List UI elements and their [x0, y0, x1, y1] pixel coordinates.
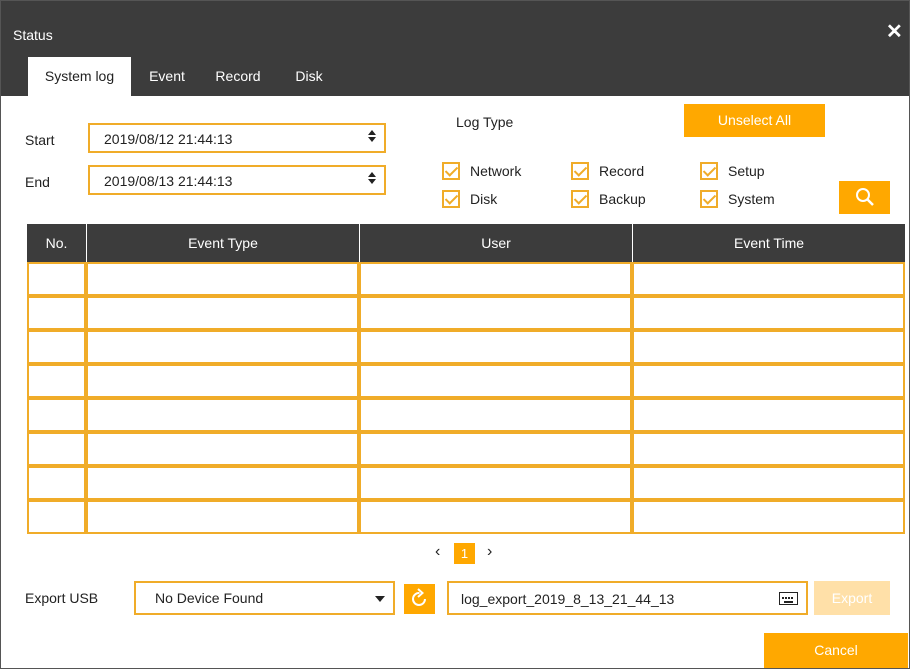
- cell-event-time: [632, 262, 905, 296]
- cell-event-time: [632, 500, 905, 534]
- end-datetime-field[interactable]: 2019/08/13 21:44:13: [88, 165, 386, 195]
- tab-system-log[interactable]: System log: [28, 57, 131, 96]
- column-header-event-time[interactable]: Event Time: [632, 224, 905, 262]
- cell-user: [359, 466, 632, 500]
- spinner-up-icon[interactable]: [368, 172, 376, 177]
- table-header: No. Event Type User Event Time: [27, 224, 905, 262]
- spinner-down-icon[interactable]: [368, 179, 376, 184]
- status-dialog: Status ✕ System log Event Record Disk St…: [0, 0, 910, 669]
- cell-no: [27, 296, 86, 330]
- checkbox-record[interactable]: [571, 162, 589, 180]
- table-row[interactable]: [27, 330, 905, 364]
- checkbox-disk-label: Disk: [470, 191, 498, 207]
- column-header-user[interactable]: User: [359, 224, 632, 262]
- cell-event-time: [632, 296, 905, 330]
- spinner-up-icon[interactable]: [368, 130, 376, 135]
- spinner-down-icon[interactable]: [368, 137, 376, 142]
- tab-bar: System log Event Record Disk: [1, 57, 909, 96]
- end-label: End: [25, 174, 50, 190]
- cancel-button[interactable]: Cancel: [764, 633, 908, 668]
- cell-event-type: [86, 466, 359, 500]
- checkbox-setup-label: Setup: [728, 163, 765, 179]
- table-row[interactable]: [27, 432, 905, 466]
- start-datetime-value: 2019/08/12 21:44:13: [104, 131, 233, 147]
- cell-event-time: [632, 364, 905, 398]
- chevron-down-icon: [375, 596, 385, 602]
- checkbox-system-label: System: [728, 191, 775, 207]
- tab-event[interactable]: Event: [144, 57, 190, 96]
- cell-event-time: [632, 330, 905, 364]
- cell-no: [27, 262, 86, 296]
- cell-user: [359, 398, 632, 432]
- log-table: No. Event Type User Event Time: [27, 224, 905, 534]
- table-row[interactable]: [27, 364, 905, 398]
- cell-user: [359, 296, 632, 330]
- end-spinner[interactable]: [366, 170, 378, 190]
- cell-user: [359, 330, 632, 364]
- unselect-all-button[interactable]: Unselect All: [684, 104, 825, 137]
- cell-event-type: [86, 398, 359, 432]
- checkbox-disk[interactable]: [442, 190, 460, 208]
- search-button[interactable]: [839, 181, 890, 214]
- tab-disk[interactable]: Disk: [289, 57, 329, 96]
- table-row[interactable]: [27, 466, 905, 500]
- table-row[interactable]: [27, 500, 905, 534]
- window-title: Status: [13, 27, 53, 43]
- cell-no: [27, 398, 86, 432]
- checkbox-system[interactable]: [700, 190, 718, 208]
- export-filename-field[interactable]: log_export_2019_8_13_21_44_13: [447, 581, 808, 615]
- checkbox-backup-label: Backup: [599, 191, 646, 207]
- cell-user: [359, 500, 632, 534]
- start-datetime-field[interactable]: 2019/08/12 21:44:13: [88, 123, 386, 153]
- cell-event-type: [86, 262, 359, 296]
- usb-device-value: No Device Found: [155, 590, 264, 606]
- prev-page-icon[interactable]: ‹: [435, 543, 440, 561]
- export-filename-value: log_export_2019_8_13_21_44_13: [461, 591, 675, 607]
- cell-event-type: [86, 364, 359, 398]
- search-icon: [855, 188, 874, 206]
- cell-no: [27, 330, 86, 364]
- table-row[interactable]: [27, 398, 905, 432]
- table-row[interactable]: [27, 296, 905, 330]
- checkbox-backup[interactable]: [571, 190, 589, 208]
- cell-event-type: [86, 330, 359, 364]
- export-usb-label: Export USB: [25, 590, 99, 606]
- cell-user: [359, 364, 632, 398]
- close-icon[interactable]: ✕: [886, 19, 903, 44]
- start-label: Start: [25, 132, 55, 148]
- keyboard-icon[interactable]: [779, 592, 798, 605]
- usb-device-select[interactable]: No Device Found: [134, 581, 395, 615]
- export-button[interactable]: Export: [814, 581, 890, 615]
- end-datetime-value: 2019/08/13 21:44:13: [104, 173, 233, 189]
- refresh-button[interactable]: [404, 584, 435, 614]
- cell-event-type: [86, 296, 359, 330]
- log-type-label: Log Type: [456, 114, 514, 130]
- checkbox-network-label: Network: [470, 163, 522, 179]
- next-page-icon[interactable]: ›: [487, 543, 492, 561]
- start-spinner[interactable]: [366, 128, 378, 148]
- cell-no: [27, 432, 86, 466]
- refresh-icon: [412, 588, 426, 606]
- cell-event-type: [86, 500, 359, 534]
- cell-event-time: [632, 432, 905, 466]
- cell-event-time: [632, 398, 905, 432]
- cell-event-time: [632, 466, 905, 500]
- cell-no: [27, 364, 86, 398]
- cell-user: [359, 432, 632, 466]
- column-header-no[interactable]: No.: [27, 224, 86, 262]
- cell-event-type: [86, 432, 359, 466]
- column-header-event-type[interactable]: Event Type: [86, 224, 359, 262]
- checkbox-setup[interactable]: [700, 162, 718, 180]
- title-bar: Status ✕: [1, 1, 909, 57]
- checkbox-record-label: Record: [599, 163, 645, 179]
- current-page[interactable]: 1: [454, 543, 475, 564]
- tab-record[interactable]: Record: [208, 57, 268, 96]
- cell-user: [359, 262, 632, 296]
- cell-no: [27, 500, 86, 534]
- cell-no: [27, 466, 86, 500]
- checkbox-network[interactable]: [442, 162, 460, 180]
- table-row[interactable]: [27, 262, 905, 296]
